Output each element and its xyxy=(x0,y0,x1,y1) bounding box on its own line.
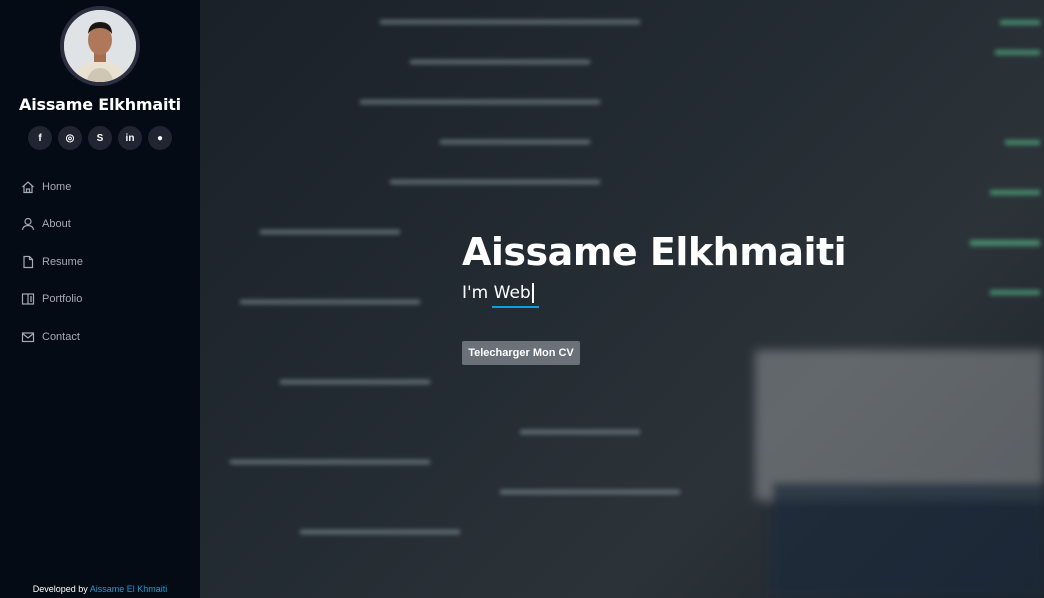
nav-item-home[interactable]: Home xyxy=(0,168,200,206)
hero-title: Aissame Elkhmaiti xyxy=(462,230,847,274)
envelope-icon xyxy=(21,330,35,344)
sidebar: Aissame Elkhmaiti f ◎ S in ● Home About … xyxy=(0,0,200,598)
profile-name: Aissame Elkhmaiti xyxy=(19,95,181,114)
nav-menu: Home About Resume Portfolio Contact xyxy=(0,168,200,356)
profile-avatar xyxy=(60,6,140,86)
footer-author-link[interactable]: Aissame El Khmaiti xyxy=(90,584,168,594)
user-icon xyxy=(21,217,35,231)
github-icon[interactable]: ● xyxy=(148,126,172,150)
social-links: f ◎ S in ● xyxy=(28,126,172,150)
download-cv-button[interactable]: Telecharger Mon CV xyxy=(462,341,580,365)
nav-item-portfolio[interactable]: Portfolio xyxy=(0,281,200,319)
subtitle-underline xyxy=(492,306,539,308)
hero-subtitle: I'm Web xyxy=(462,283,534,303)
nav-label: Portfolio xyxy=(42,293,83,306)
nav-item-contact[interactable]: Contact xyxy=(0,318,200,356)
nav-label: Resume xyxy=(42,255,83,268)
hero-section: Aissame Elkhmaiti I'm Web Telecharger Mo… xyxy=(200,0,1044,598)
nav-label: Contact xyxy=(42,330,80,343)
typed-text: Web xyxy=(493,283,534,303)
facebook-icon[interactable]: f xyxy=(28,126,52,150)
skype-icon[interactable]: S xyxy=(88,126,112,150)
book-icon xyxy=(21,292,35,306)
home-icon xyxy=(21,180,35,194)
nav-item-about[interactable]: About xyxy=(0,206,200,244)
nav-label: About xyxy=(42,218,71,231)
nav-label: Home xyxy=(42,180,72,193)
linkedin-icon[interactable]: in xyxy=(118,126,142,150)
nav-item-resume[interactable]: Resume xyxy=(0,243,200,281)
footer-prefix: Developed by xyxy=(32,584,88,594)
instagram-icon[interactable]: ◎ xyxy=(58,126,82,150)
footer-credit: Developed by Aissame El Khmaiti xyxy=(0,584,200,594)
hero-background-image xyxy=(230,20,1044,598)
subtitle-prefix: I'm xyxy=(462,283,489,303)
file-icon xyxy=(21,255,35,269)
